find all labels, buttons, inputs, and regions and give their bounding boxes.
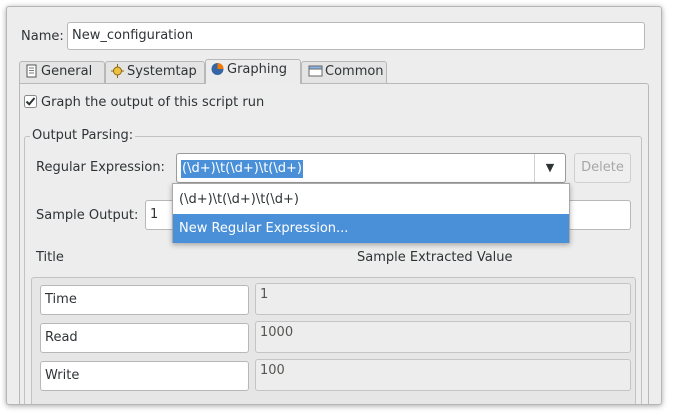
regex-dropdown-list: (\d+)\t(\d+)\t(\d+) New Regular Expressi… — [172, 183, 570, 243]
tab-common-label: Common — [325, 64, 384, 79]
delete-button[interactable]: Delete — [574, 153, 631, 183]
title-field-write[interactable]: Write — [40, 361, 249, 391]
tab-graphing-label: Graphing — [227, 62, 287, 77]
regex-combobox[interactable]: (\d+)\t(\d+)\t(\d+) ▼ — [176, 153, 566, 183]
name-label: Name: — [21, 29, 64, 44]
sample-output-label: Sample Output: — [36, 208, 139, 223]
tab-general[interactable]: General — [19, 61, 105, 83]
dropdown-item-new-regex[interactable]: New Regular Expression... — [173, 214, 569, 243]
checkbox-checked-icon[interactable] — [24, 95, 37, 108]
dropdown-item-regex[interactable]: (\d+)\t(\d+)\t(\d+) — [173, 185, 569, 214]
value-field-read: 1000 — [255, 321, 631, 353]
document-icon — [26, 64, 37, 78]
extracted-values-table: Time 1 Read 1000 Write 100 — [31, 277, 636, 404]
tab-general-label: General — [41, 64, 93, 79]
tab-systemtap[interactable]: Systemtap — [105, 61, 205, 83]
output-parsing-title: Output Parsing: — [30, 128, 136, 144]
regex-label: Regular Expression: — [36, 160, 165, 175]
systemtap-icon — [111, 64, 124, 78]
launch-configuration-dialog: Name: New_configuration General Systemta… — [6, 6, 662, 405]
chevron-down-icon[interactable]: ▼ — [534, 154, 565, 182]
graph-output-checkbox-label: Graph the output of this script run — [41, 95, 265, 110]
value-column-header: Sample Extracted Value — [357, 250, 513, 265]
tab-graphing[interactable]: Graphing — [205, 59, 301, 84]
name-input[interactable]: New_configuration — [67, 22, 645, 50]
title-field-read[interactable]: Read — [40, 323, 249, 353]
graph-output-checkbox-row[interactable]: Graph the output of this script run — [24, 93, 264, 113]
tab-bar: General Systemtap Graphing Common — [19, 59, 649, 84]
tab-systemtap-label: Systemtap — [127, 64, 197, 79]
title-column-header: Title — [36, 250, 64, 265]
tab-common[interactable]: Common — [301, 61, 387, 83]
window-icon — [308, 65, 323, 77]
regex-combobox-value[interactable]: (\d+)\t(\d+)\t(\d+) — [181, 160, 303, 178]
value-field-time: 1 — [255, 283, 631, 315]
graphing-icon — [211, 63, 224, 75]
value-field-write: 100 — [255, 359, 631, 391]
title-field-time[interactable]: Time — [40, 285, 249, 315]
